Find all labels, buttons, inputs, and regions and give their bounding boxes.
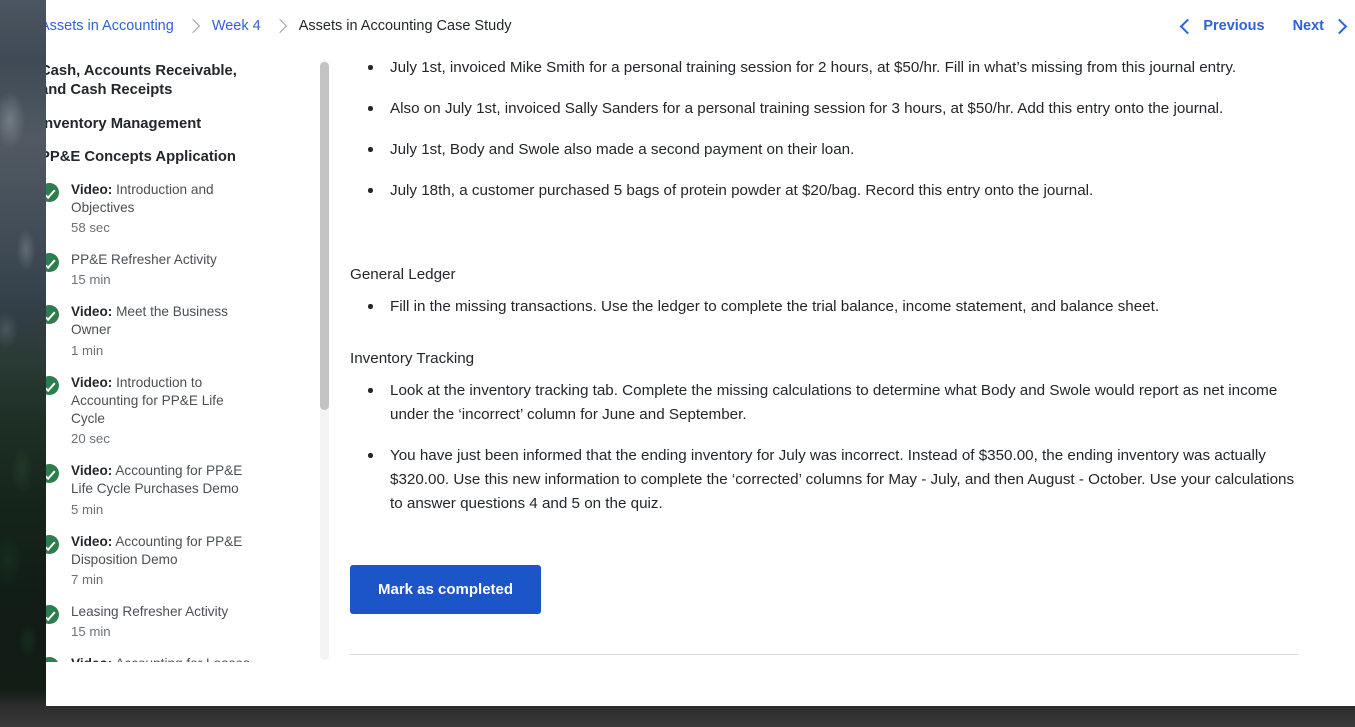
chevron-left-icon [1180,18,1196,34]
item-prefix: Video: [71,181,113,197]
item-prefix: Video: [71,656,112,662]
item-prefix: Video: [71,304,113,320]
item-duration: 1 min [71,342,104,358]
sidebar-heading-ppe: PP&E Concepts Application [46,148,236,165]
previous-button[interactable]: Previous [1180,18,1265,34]
check-circle-icon [46,252,59,272]
chevron-right-icon [1331,18,1348,34]
breadcrumb: Assets in Accounting Week 4 Assets in Ac… [46,18,512,34]
check-circle-icon [46,534,59,554]
list-item: Look at the inventory tracking tab. Comp… [368,379,1310,427]
next-button[interactable]: Next [1292,18,1348,34]
item-duration: 5 min [71,501,104,517]
inventory-tracking-heading: Inventory Tracking [350,350,475,368]
general-ledger-bullet-list: Fill in the missing transactions. Use th… [350,295,1310,319]
page-navigation: Previous Next [1180,18,1348,34]
sidebar-item-leasing-refresher[interactable]: Leasing Refresher Activity 15 min [46,603,260,639]
general-ledger-heading: General Ledger [350,266,456,284]
check-circle-icon [46,605,59,624]
lesson-content: July 1st, invoiced Mike Smith for a pers… [350,56,1355,662]
sidebar-item-accounting-for-leases[interactable]: Video: Accounting for Leases [46,655,260,662]
item-title: Accounting for Leases [115,656,250,662]
item-prefix: Video: [71,463,113,479]
list-item: Fill in the missing transactions. Use th… [368,295,1310,319]
item-duration: 20 sec [71,431,110,447]
check-circle-icon [46,305,59,325]
item-title: Leasing Refresher Activity [71,604,229,619]
item-duration: 7 min [71,572,104,587]
item-duration: 15 min [71,624,111,640]
sidebar-item-ppe-refresher[interactable]: PP&E Refresher Activity 15 min [46,251,260,287]
item-duration: 15 min [71,272,111,288]
sidebar-item-intro-ppe-life-cycle[interactable]: Video: Introduction to Accounting for PP… [46,374,260,447]
sidebar-item-meet-business-owner[interactable]: Video: Meet the Business Owner 1 min [46,303,260,358]
list-item: July 18th, a customer purchased 5 bags o… [368,179,1310,203]
item-prefix: Video: [71,533,113,549]
chevron-right-icon [185,18,200,34]
browser-window: Assets in Accounting Week 4 Assets in Ac… [46,0,1355,706]
sidebar-item-ppe-purchases-demo[interactable]: Video: Accounting for PP&E Life Cycle Pu… [46,462,260,517]
check-circle-icon [46,657,59,662]
check-circle-icon [46,182,59,202]
lesson-sidebar[interactable]: Cash, Accounts Receivable, and Cash Rece… [46,56,286,662]
next-label: Next [1292,18,1324,34]
mark-as-completed-button[interactable]: Mark as completed [350,565,542,615]
check-circle-icon [46,375,59,395]
list-item: July 1st, Body and Swole also made a sec… [368,138,1310,162]
breadcrumb-item-week[interactable]: Week 4 [212,18,261,34]
list-item: You have just been informed that the end… [368,444,1310,516]
sidebar-heading-inventory: Inventory Management [46,116,202,133]
item-title: PP&E Refresher Activity [71,251,217,267]
sidebar-heading-cash: Cash, Accounts Receivable, and Cash Rece… [46,63,237,98]
list-item: Also on July 1st, invoiced Sally Sanders… [368,97,1310,121]
sidebar-scrollbar-thumb[interactable] [320,62,329,410]
sidebar-item-intro-objectives[interactable]: Video: Introduction and Objectives 58 se… [46,181,260,235]
check-circle-icon [46,464,59,484]
item-prefix: Video: [71,374,113,390]
previous-label: Previous [1203,18,1265,34]
breadcrumb-item-current: Assets in Accounting Case Study [298,18,512,34]
inventory-tracking-bullet-list: Look at the inventory tracking tab. Comp… [350,379,1310,516]
journal-bullet-list: July 1st, invoiced Mike Smith for a pers… [350,56,1310,203]
item-duration: 58 sec [71,219,110,235]
top-navigation-bar: Assets in Accounting Week 4 Assets in Ac… [46,0,1355,56]
divider [350,654,1298,656]
breadcrumb-item-course[interactable]: Assets in Accounting [46,18,174,34]
list-item: July 1st, invoiced Mike Smith for a pers… [368,56,1310,80]
sidebar-item-ppe-disposition-demo[interactable]: Video: Accounting for PP&E Disposition D… [46,533,260,587]
chevron-right-icon [272,18,287,34]
